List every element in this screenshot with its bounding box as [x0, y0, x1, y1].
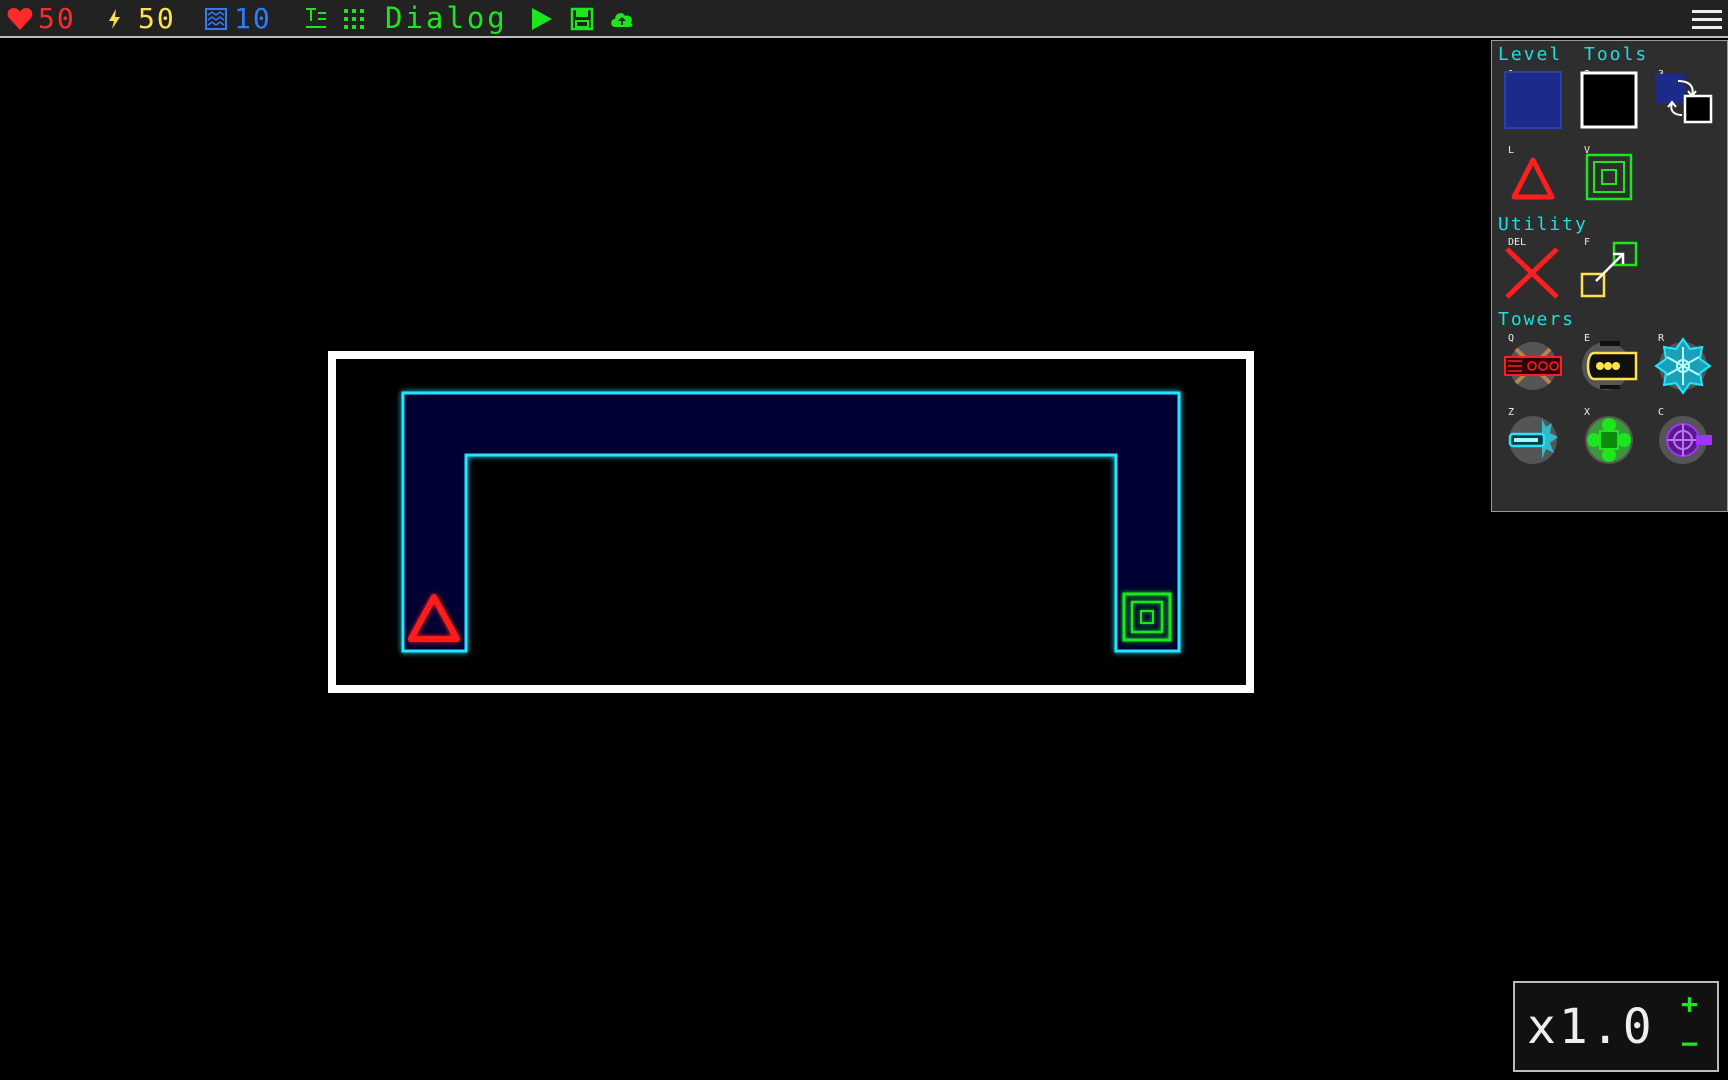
path-track — [401, 391, 1181, 653]
bullet-tower-icon — [1582, 341, 1638, 390]
path-tile-icon — [1504, 71, 1562, 129]
laser-tower-icon — [1508, 416, 1558, 464]
gatling-tower-icon — [1504, 342, 1562, 390]
tower-gatling[interactable]: Q — [1502, 333, 1564, 395]
wall-tile-icon — [1580, 71, 1638, 129]
link-icon — [1580, 241, 1638, 298]
enemy-path[interactable] — [0, 0, 1728, 1080]
link-tool[interactable]: F — [1578, 237, 1640, 299]
utility-section-title: Utility — [1498, 214, 1588, 235]
tower-plasma[interactable]: X — [1578, 407, 1640, 469]
level-section-title: Level — [1498, 44, 1563, 65]
zoom-out-button[interactable]: − — [1681, 1027, 1698, 1060]
swap-tiles-icon — [1655, 74, 1713, 124]
zoom-level: x1.0 — [1527, 999, 1655, 1055]
vortex-tower-icon — [1659, 416, 1712, 464]
zoom-control: x1.0 + − — [1513, 981, 1719, 1072]
spawn-triangle-icon — [1511, 157, 1555, 200]
spawn-tool[interactable]: L — [1502, 145, 1564, 207]
tower-vortex[interactable]: C — [1652, 407, 1714, 469]
tools-section-title: Tools — [1584, 44, 1649, 65]
tower-laser[interactable]: Z — [1502, 407, 1564, 469]
goal-tool[interactable]: V — [1578, 145, 1640, 207]
wall-tile-tool[interactable]: 2 — [1578, 69, 1640, 131]
delete-tool[interactable]: DEL — [1502, 237, 1564, 299]
plasma-tower-icon — [1585, 416, 1633, 464]
editor-panel: Level Tools 1 2 3 L V — [1491, 40, 1728, 512]
frost-tower-icon — [1654, 337, 1712, 395]
delete-icon — [1505, 247, 1559, 299]
towers-section-title: Towers — [1498, 309, 1576, 330]
path-tile-tool[interactable]: 1 — [1502, 69, 1564, 131]
swap-tiles-tool[interactable]: 3 — [1652, 69, 1714, 131]
zoom-in-button[interactable]: + — [1681, 987, 1698, 1020]
tower-frost[interactable]: R — [1652, 333, 1714, 395]
tower-bullet[interactable]: E — [1578, 333, 1640, 395]
goal-square-icon — [1585, 153, 1633, 201]
